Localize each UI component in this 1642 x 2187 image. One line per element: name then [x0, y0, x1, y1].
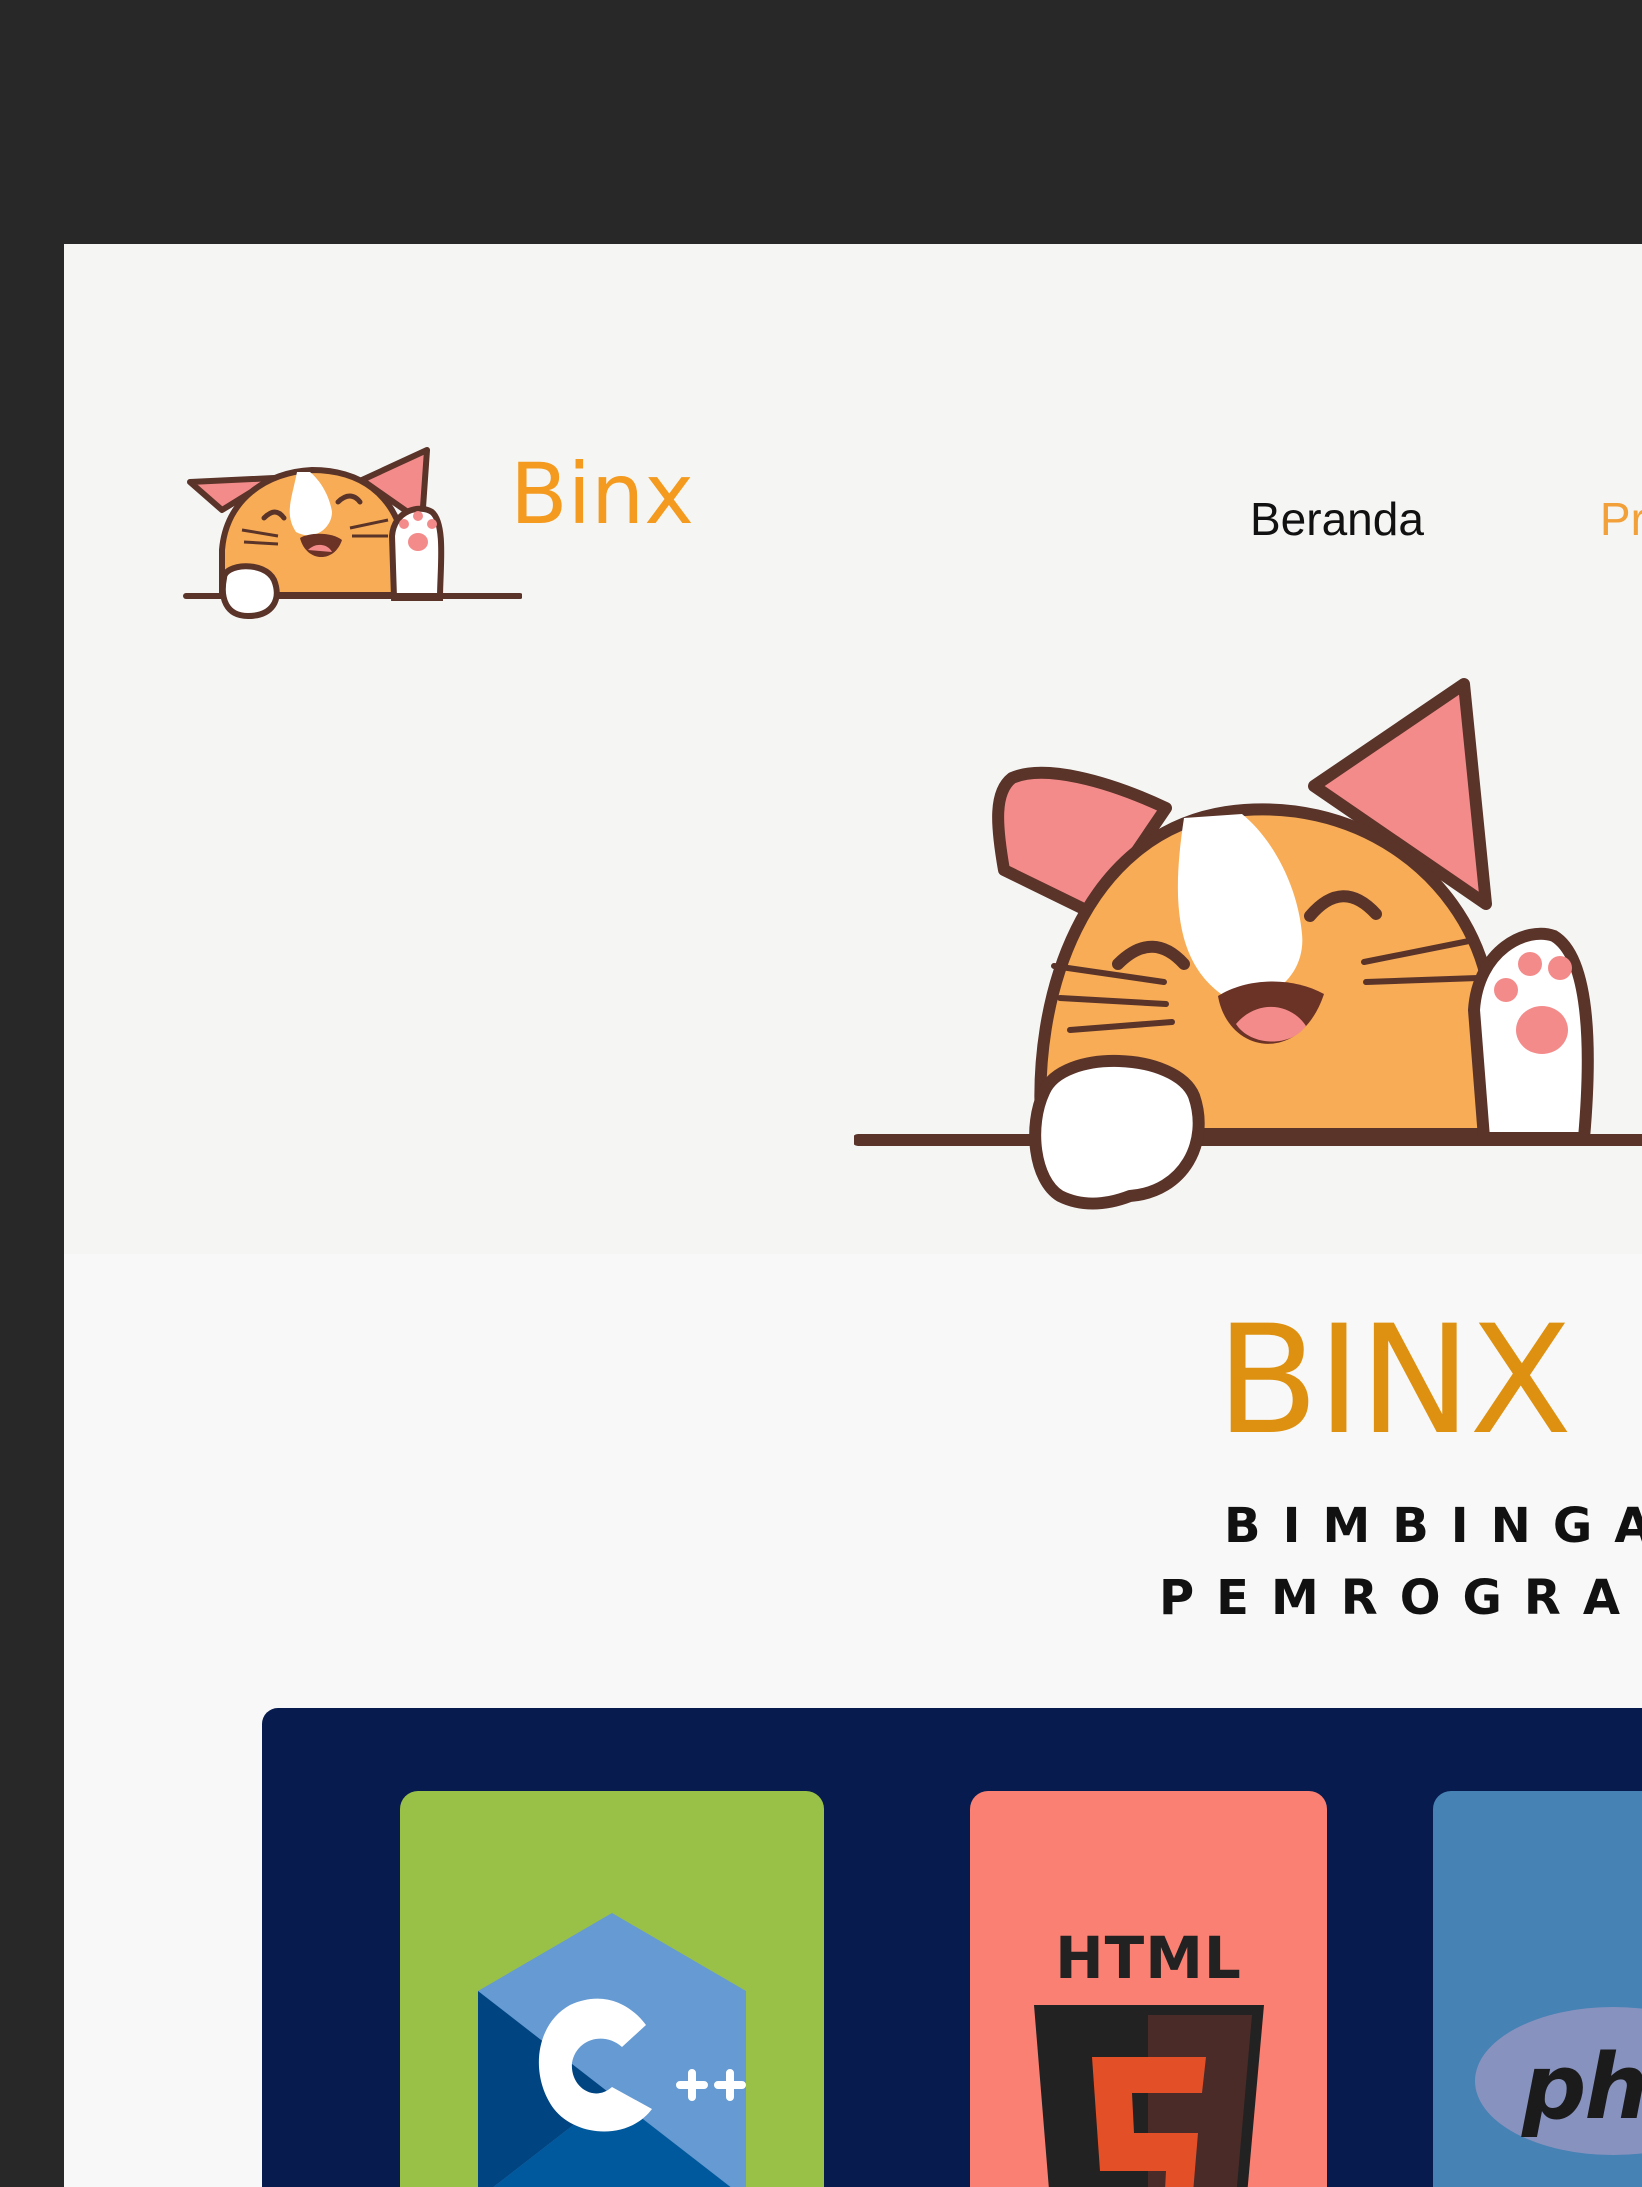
main-nav: Beranda Pro: [1250, 496, 1642, 556]
brand-logo-link[interactable]: Binx: [182, 420, 694, 640]
brand-name: Binx: [510, 445, 694, 543]
waving-cat-icon: [854, 678, 1642, 1210]
php-label: php: [1522, 2035, 1642, 2140]
language-card-php[interactable]: php: [1433, 1791, 1642, 2187]
hero-title: BINX: [1216, 1294, 1572, 1468]
language-card-cpp[interactable]: [400, 1791, 824, 2187]
hero-subtitle-line1: BIMBINGAN: [1224, 1498, 1642, 1554]
waving-cat-icon: [183, 447, 522, 620]
hero-subtitle-line2: PEMROGRAMA: [1159, 1570, 1642, 1626]
website-page: Binx Beranda Pro BINX BIMBINGAN PEMROGRA…: [64, 244, 1642, 2187]
cpp-logo-icon: [478, 1913, 746, 2187]
language-card-html[interactable]: HTML: [970, 1791, 1327, 2187]
languages-panel: HTML php: [262, 1708, 1642, 2187]
nav-item-program[interactable]: Pro: [1600, 496, 1642, 556]
html-label: HTML: [1055, 1924, 1242, 1992]
nav-item-beranda[interactable]: Beranda: [1250, 496, 1424, 556]
